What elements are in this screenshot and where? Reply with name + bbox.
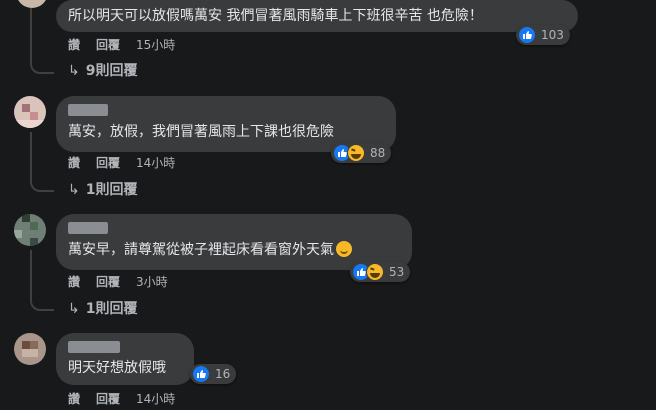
reaction-summary[interactable]: 88 bbox=[331, 143, 392, 163]
reply-arrow-icon: ↳ bbox=[68, 182, 80, 198]
reply-action[interactable]: 回覆 bbox=[96, 275, 120, 289]
replies-count-label: 1則回覆 bbox=[85, 182, 138, 198]
comment-text: 萬安，放假，我們冒著風雨上下課也很危險 bbox=[68, 124, 334, 140]
replies-count-label: 9則回覆 bbox=[85, 63, 138, 79]
reply-action[interactable]: 回覆 bbox=[96, 156, 120, 170]
reaction-count: 53 bbox=[389, 265, 405, 279]
thread-connector bbox=[30, 174, 54, 192]
avatar[interactable] bbox=[14, 214, 46, 246]
timestamp[interactable]: 3小時 bbox=[136, 275, 168, 289]
like-action[interactable]: 讚 bbox=[68, 38, 80, 52]
like-action[interactable]: 讚 bbox=[68, 275, 80, 289]
reaction-count: 16 bbox=[215, 367, 231, 381]
replies-count-label: 1則回覆 bbox=[85, 301, 138, 317]
thread-line bbox=[30, 250, 32, 293]
reply-arrow-icon: ↳ bbox=[68, 63, 80, 79]
username-redacted[interactable] bbox=[68, 222, 108, 234]
like-action[interactable]: 讚 bbox=[68, 156, 80, 170]
timestamp[interactable]: 14小時 bbox=[136, 392, 175, 406]
comment-text: 萬安早，請尊駕從被子裡起床看看窗外天氣 bbox=[68, 241, 352, 259]
reaction-summary[interactable]: 53 bbox=[350, 262, 411, 282]
comment-meta: 讚 回覆 14小時 bbox=[68, 392, 191, 406]
comment-meta: 讚 回覆 15小時 bbox=[68, 38, 191, 52]
like-icon bbox=[192, 365, 210, 383]
comment-meta: 讚 回覆 3小時 bbox=[68, 275, 184, 289]
thread-line bbox=[30, 8, 32, 56]
comment-bubble: 所以明天可以放假嗎萬安 我們冒著風雨騎車上下班很辛苦 也危險！ bbox=[56, 0, 578, 32]
haha-icon bbox=[347, 144, 365, 162]
reaction-summary[interactable]: 103 bbox=[516, 25, 570, 45]
reaction-summary[interactable]: 16 bbox=[190, 364, 237, 384]
avatar[interactable] bbox=[16, 0, 48, 8]
avatar[interactable] bbox=[14, 96, 46, 128]
username-redacted[interactable] bbox=[68, 104, 108, 116]
thread-connector bbox=[30, 56, 54, 74]
thread-connector bbox=[30, 293, 54, 311]
timestamp[interactable]: 15小時 bbox=[136, 38, 175, 52]
smiling-emoji-icon bbox=[336, 241, 352, 257]
username-redacted[interactable] bbox=[68, 341, 120, 353]
reaction-count: 103 bbox=[541, 28, 564, 42]
comment-text-content: 萬安早，請尊駕從被子裡起床看看窗外天氣 bbox=[68, 242, 334, 258]
like-icon bbox=[518, 26, 536, 44]
thread-line bbox=[30, 132, 32, 174]
comment-text: 所以明天可以放假嗎萬安 我們冒著風雨騎車上下班很辛苦 也危險！ bbox=[68, 8, 483, 24]
view-replies-link[interactable]: ↳ 9則回覆 bbox=[68, 63, 137, 79]
view-replies-link[interactable]: ↳ 1則回覆 bbox=[68, 301, 137, 317]
comment-bubble: 明天好想放假哦 bbox=[56, 333, 194, 385]
view-replies-link[interactable]: ↳ 1則回覆 bbox=[68, 182, 137, 198]
reaction-count: 88 bbox=[370, 146, 386, 160]
avatar[interactable] bbox=[14, 333, 46, 365]
comment-text: 明天好想放假哦 bbox=[68, 360, 166, 376]
reply-action[interactable]: 回覆 bbox=[96, 38, 120, 52]
like-action[interactable]: 讚 bbox=[68, 392, 80, 406]
timestamp[interactable]: 14小時 bbox=[136, 156, 175, 170]
reply-action[interactable]: 回覆 bbox=[96, 392, 120, 406]
reply-arrow-icon: ↳ bbox=[68, 301, 80, 317]
haha-icon bbox=[366, 263, 384, 281]
comment-meta: 讚 回覆 14小時 bbox=[68, 156, 191, 170]
